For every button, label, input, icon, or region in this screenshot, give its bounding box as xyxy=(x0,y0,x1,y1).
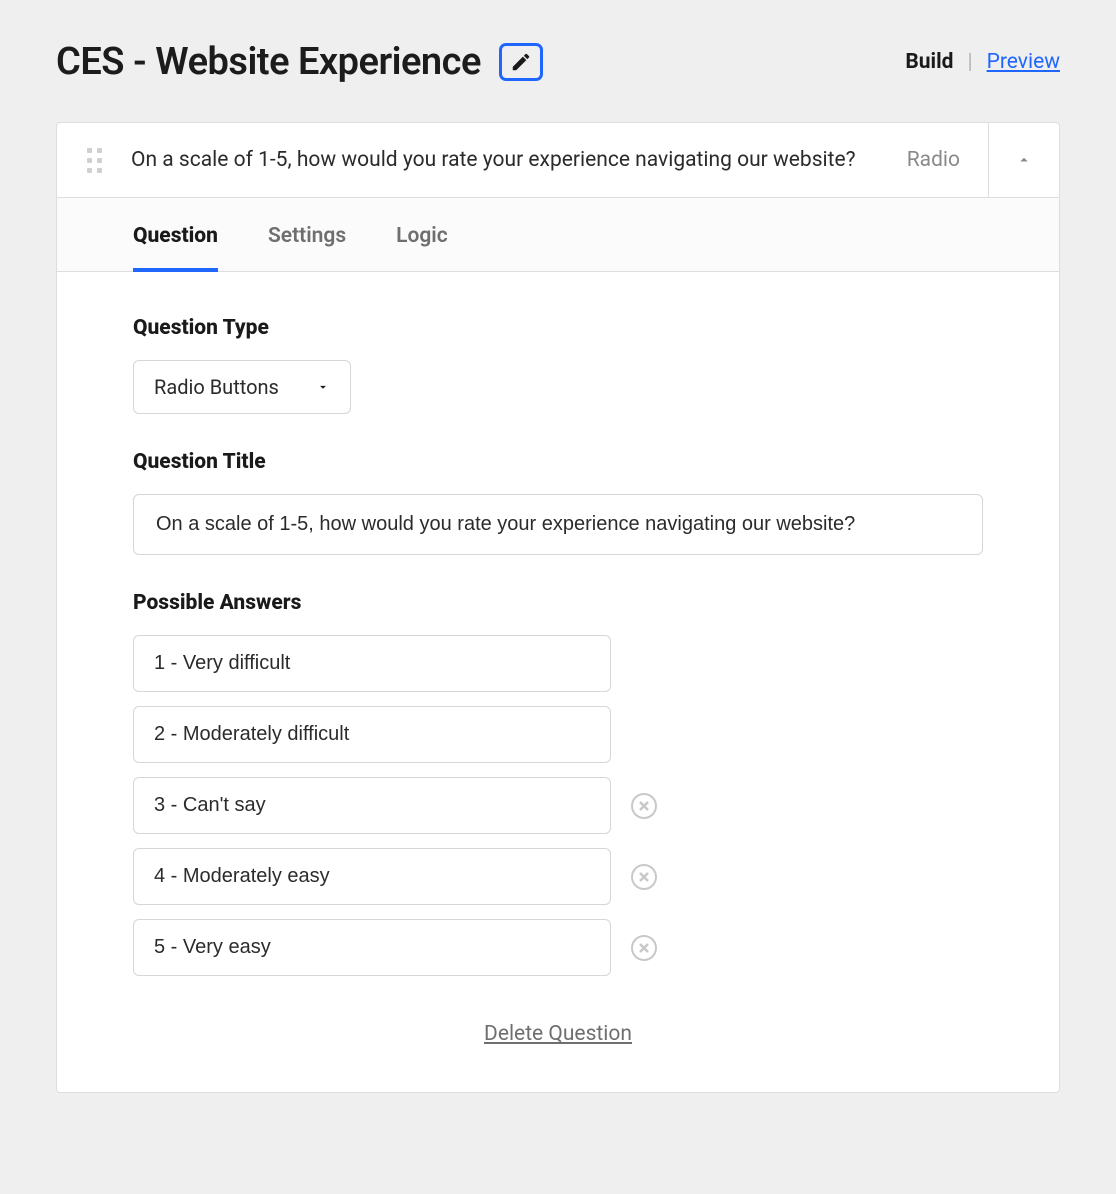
answer-row xyxy=(133,635,983,692)
question-tabs: Question Settings Logic xyxy=(57,198,1059,272)
collapse-toggle[interactable] xyxy=(989,123,1059,197)
tab-question[interactable]: Question xyxy=(133,224,218,272)
chevron-down-icon xyxy=(316,380,330,394)
answer-row xyxy=(133,848,983,905)
header-divider: | xyxy=(967,50,972,74)
answer-input[interactable] xyxy=(133,635,611,692)
header-right: Build | Preview xyxy=(905,50,1060,74)
question-card: On a scale of 1-5, how would you rate yo… xyxy=(56,122,1060,1093)
possible-answers-group: Possible Answers xyxy=(133,591,983,976)
drag-handle-cell xyxy=(57,123,131,197)
tab-logic[interactable]: Logic xyxy=(396,224,448,272)
answer-row xyxy=(133,919,983,976)
preview-link[interactable]: Preview xyxy=(987,50,1060,74)
page-title: CES - Website Experience xyxy=(56,40,481,84)
possible-answers-label: Possible Answers xyxy=(133,591,983,615)
question-title-input[interactable] xyxy=(133,494,983,555)
question-title-label: Question Title xyxy=(133,450,983,474)
question-card-body: Question Type Radio Buttons Question Tit… xyxy=(57,272,1059,1092)
answer-row xyxy=(133,706,983,763)
answer-input[interactable] xyxy=(133,706,611,763)
header-left: CES - Website Experience xyxy=(56,40,543,84)
question-type-group: Question Type Radio Buttons xyxy=(133,316,983,414)
answer-input[interactable] xyxy=(133,777,611,834)
tab-settings[interactable]: Settings xyxy=(268,224,346,272)
answer-input[interactable] xyxy=(133,919,611,976)
question-title-group: Question Title xyxy=(133,450,983,555)
question-card-header: On a scale of 1-5, how would you rate yo… xyxy=(57,123,1059,198)
page-header: CES - Website Experience Build | Preview xyxy=(56,40,1060,84)
close-icon xyxy=(638,942,650,954)
question-type-label: Question Type xyxy=(133,316,983,340)
remove-answer-button[interactable] xyxy=(631,793,657,819)
close-icon xyxy=(638,800,650,812)
answer-input[interactable] xyxy=(133,848,611,905)
delete-question-link[interactable]: Delete Question xyxy=(484,1022,632,1046)
question-type-badge: Radio xyxy=(879,123,989,197)
delete-question-row: Delete Question xyxy=(133,1022,983,1046)
remove-answer-button[interactable] xyxy=(631,864,657,890)
question-type-dropdown[interactable]: Radio Buttons xyxy=(133,360,351,414)
chevron-up-icon xyxy=(1015,151,1033,169)
drag-handle-icon[interactable] xyxy=(87,148,102,173)
build-mode-label[interactable]: Build xyxy=(905,50,953,74)
answer-row xyxy=(133,777,983,834)
edit-title-button[interactable] xyxy=(499,43,543,81)
close-icon xyxy=(638,871,650,883)
question-summary-text: On a scale of 1-5, how would you rate yo… xyxy=(131,123,879,197)
question-type-value: Radio Buttons xyxy=(154,375,279,399)
pencil-icon xyxy=(510,51,532,73)
remove-answer-button[interactable] xyxy=(631,935,657,961)
